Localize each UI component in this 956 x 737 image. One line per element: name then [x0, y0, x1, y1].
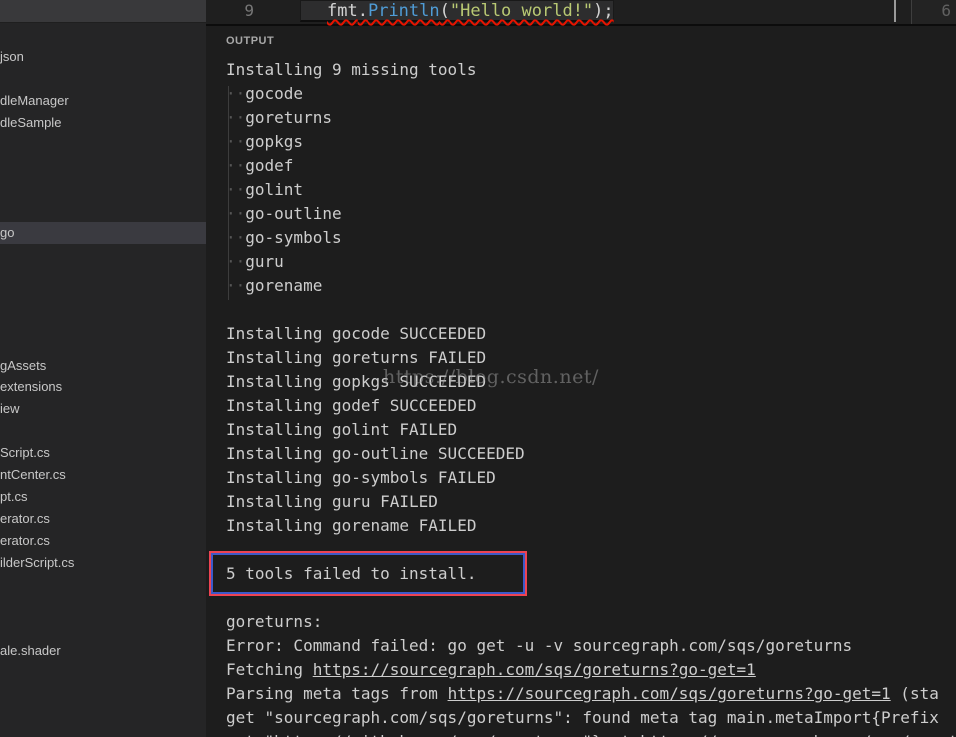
output-text: Fetching [226, 660, 313, 679]
whitespace-dots: ·· [226, 132, 245, 151]
sidebar-item-ilderscript-cs[interactable]: ilderScript.cs [0, 552, 206, 574]
sidebar-item-go[interactable]: go [0, 222, 206, 244]
whitespace-dots: ·· [226, 276, 245, 295]
output-line: Installing 9 missing tools [226, 58, 956, 82]
editor-line-number-secondary: 6 [941, 0, 951, 22]
sidebar-item-gassets[interactable]: gAssets [0, 355, 206, 377]
output-line: ··godef [226, 154, 956, 178]
code-token: ); [593, 1, 613, 21]
output-line: Parsing meta tags from https://sourcegra… [226, 682, 956, 706]
whitespace-dots: ·· [226, 252, 245, 271]
whitespace-dots: ·· [226, 228, 245, 247]
output-text: Parsing meta tags from [226, 684, 448, 703]
tab-output[interactable]: OUTPUT [226, 35, 274, 47]
code-token: Println [368, 1, 440, 21]
output-line: ··goreturns [226, 106, 956, 130]
code-token: fmt [327, 1, 358, 21]
output-line: oot:"https://github.com/sqs/goreturns"} … [226, 730, 956, 737]
output-link[interactable]: https://sourcegraph.com/sqs/goreturns?go… [313, 660, 756, 679]
output-line: Installing go-symbols FAILED [226, 466, 956, 490]
code-token: . [358, 1, 368, 21]
output-line: ··gorename [226, 274, 956, 298]
output-link[interactable]: https://sourcegraph.com/sqs/goreturns?go… [448, 684, 891, 703]
output-line: goreturns: [226, 610, 956, 634]
editor-top-strip: 9 fmt.Println("Hello world!"); 6 [206, 0, 956, 26]
output-line: ··gocode [226, 82, 956, 106]
output-line: ··go-outline [226, 202, 956, 226]
output-line [226, 538, 956, 562]
output-line: Installing guru FAILED [226, 490, 956, 514]
editor-split-pane: 6 [911, 0, 956, 24]
output-line: get "sourcegraph.com/sqs/goreturns": fou… [226, 706, 956, 730]
vscode-window: 9 fmt.Println("Hello world!"); 6 json dle… [0, 0, 956, 737]
output-line: 5 tools failed to install. [226, 562, 956, 586]
output-line: Installing go-outline SUCCEEDED [226, 442, 956, 466]
whitespace-dots: ·· [226, 84, 245, 103]
sidebar-item-erator-cs[interactable]: erator.cs [0, 508, 206, 530]
explorer-sidebar: json dleManagerdleSample go gAssetsextensio… [0, 0, 206, 737]
sidebar-item-extensions[interactable]: extensions [0, 376, 206, 398]
output-line: ··golint [226, 178, 956, 202]
code-token: ( [440, 1, 450, 21]
output-text: (sta [891, 684, 939, 703]
sidebar-item-ntcenter-cs[interactable]: ntCenter.cs [0, 464, 206, 486]
sidebar-item-pt-cs[interactable]: pt.cs [0, 486, 206, 508]
sidebar-item-script-cs[interactable]: Script.cs [0, 442, 206, 464]
whitespace-dots: ·· [226, 180, 245, 199]
sidebar-item-erator-cs[interactable]: erator.cs [0, 530, 206, 552]
editor-line-number: 9 [206, 0, 254, 22]
sidebar-item-iew[interactable]: iew [0, 398, 206, 420]
output-line: ··guru [226, 250, 956, 274]
whitespace-dots: ·· [226, 108, 245, 127]
output-line [226, 586, 956, 610]
output-line [226, 298, 956, 322]
output-line: Installing gocode SUCCEEDED [226, 322, 956, 346]
sidebar-item-dlemanager[interactable]: dleManager [0, 90, 206, 112]
output-line: Installing gorename FAILED [226, 514, 956, 538]
whitespace-dots: ·· [226, 156, 245, 175]
sidebar-item-dlesample[interactable]: dleSample [0, 112, 206, 134]
output-line: Error: Command failed: go get -u -v sour… [226, 634, 956, 658]
output-panel: OUTPUT Installing 9 missing tools··gocod… [206, 26, 956, 737]
sidebar-header-strip [0, 0, 206, 23]
output-line: Installing golint FAILED [226, 418, 956, 442]
output-line: Fetching https://sourcegraph.com/sqs/gor… [226, 658, 956, 682]
output-line: ··gopkgs [226, 130, 956, 154]
code-line[interactable]: fmt.Println("Hello world!"); [327, 1, 614, 22]
editor-split-sash[interactable] [894, 0, 896, 22]
watermark: https://blog.csdn.net/ [383, 366, 599, 388]
sidebar-item-ale-shader[interactable]: ale.shader [0, 640, 206, 662]
whitespace-dots: ·· [226, 204, 245, 223]
output-line: Installing godef SUCCEEDED [226, 394, 956, 418]
code-token: "Hello world!" [450, 1, 593, 21]
sidebar-item-json[interactable]: json [0, 46, 206, 68]
output-line: ··go-symbols [226, 226, 956, 250]
